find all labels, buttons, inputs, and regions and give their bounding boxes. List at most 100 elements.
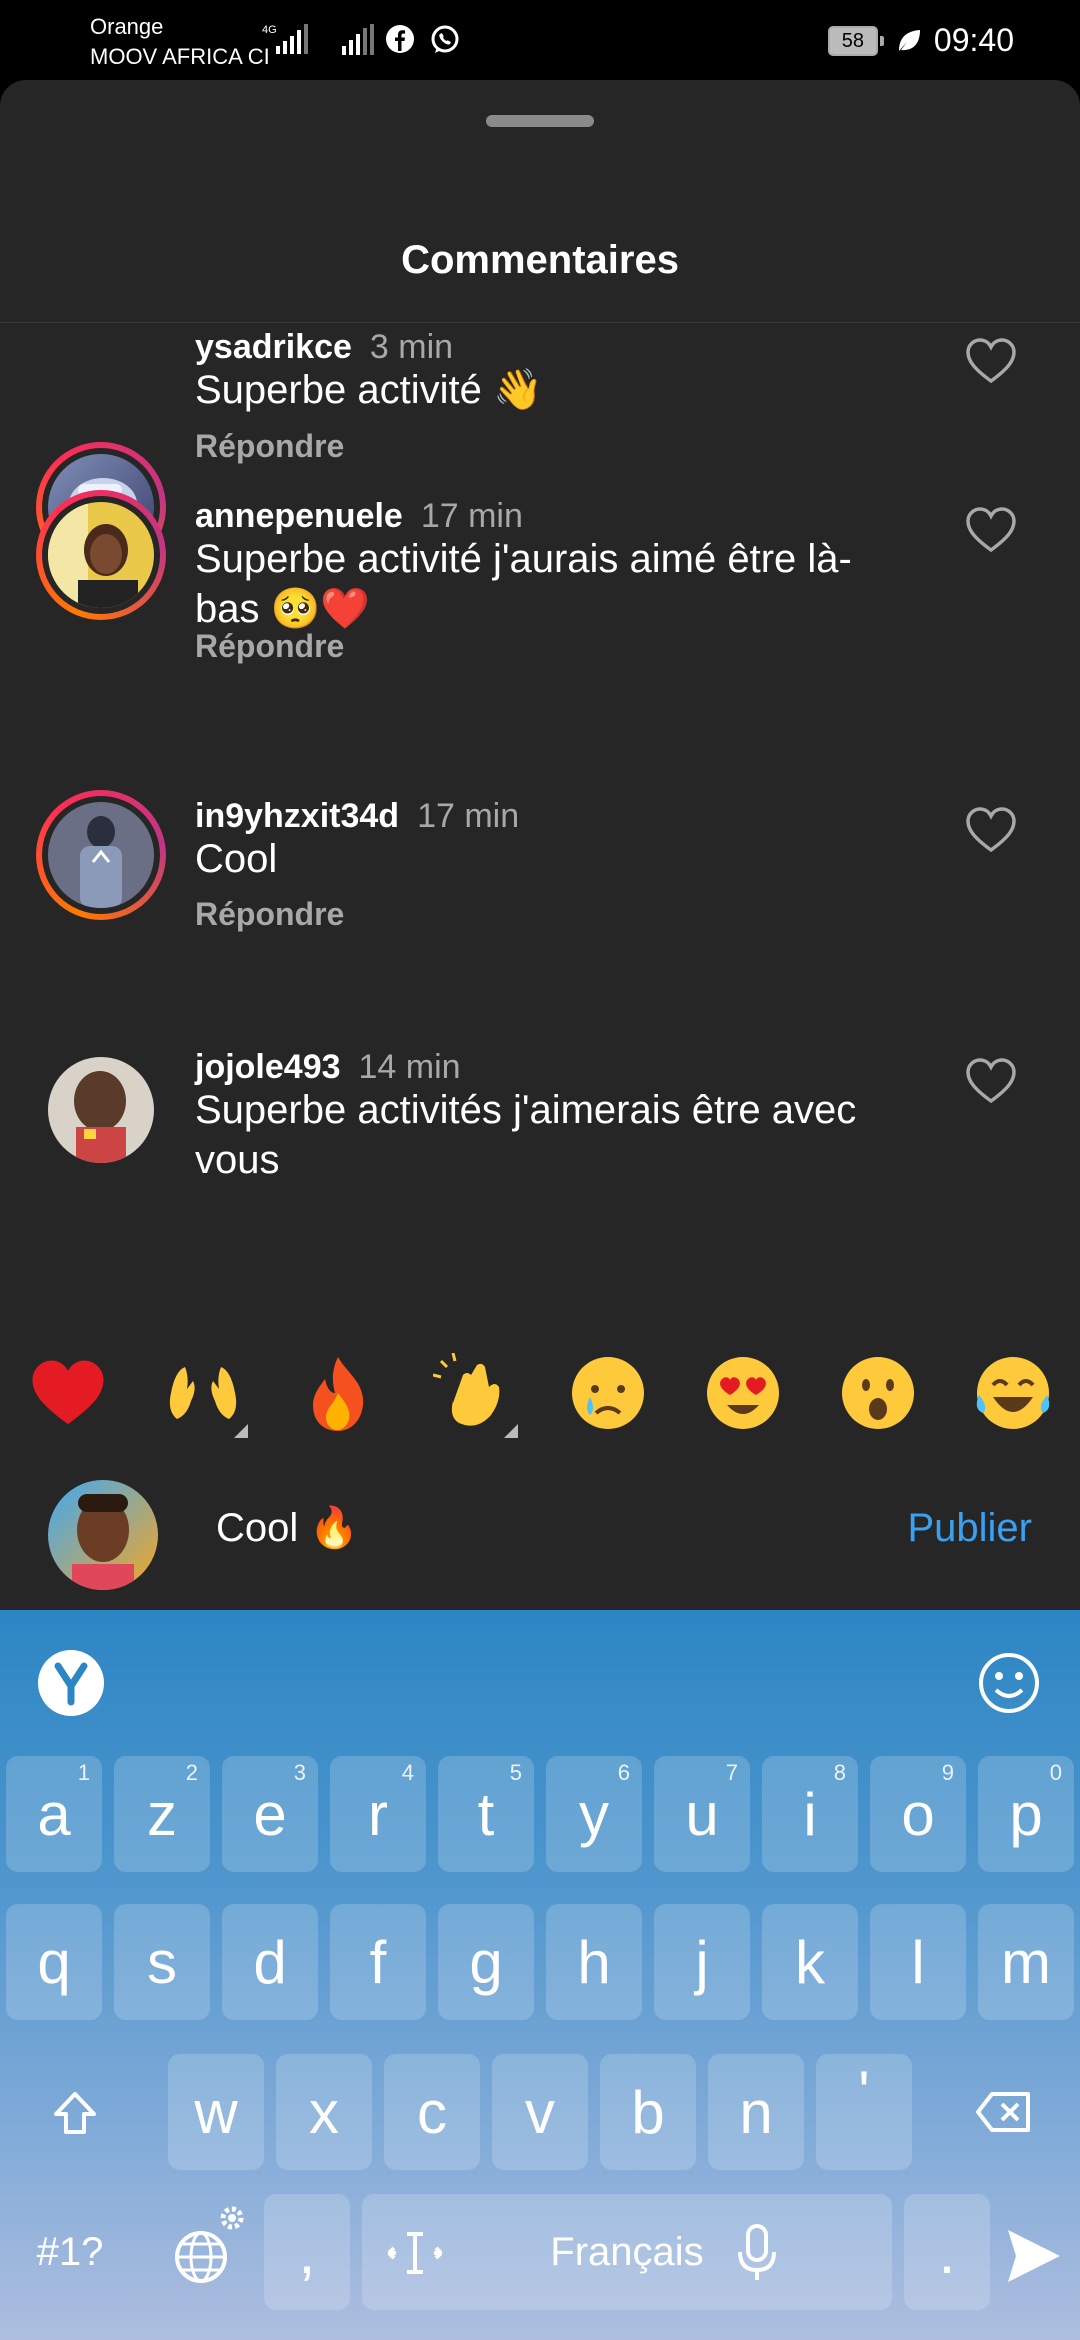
comment-username[interactable]: jojole493 [195, 1048, 341, 1086]
keyboard-logo-icon[interactable] [38, 1650, 104, 1716]
key-g[interactable]: g [438, 1904, 534, 2020]
like-heart-icon[interactable] [964, 1056, 1018, 1106]
microphone-icon [738, 2224, 776, 2280]
comment-text: Cool [195, 837, 278, 881]
comment-username[interactable]: annepenuele [195, 497, 403, 535]
crying-face-emoji-icon [571, 1357, 644, 1429]
key-m[interactable]: m [978, 1904, 1074, 2020]
key-f[interactable]: f [330, 1904, 426, 2020]
key-c[interactable]: c [384, 2054, 480, 2170]
emoji-surprised-face-button[interactable] [810, 1318, 945, 1468]
comment-text: Superbe activités j'aimerais être avec v… [195, 1088, 857, 1182]
network-indicators: 4G [262, 22, 376, 56]
carrier-info: Orange MOOV AFRICA CI [90, 12, 270, 72]
comment-header: annepenuele 17 min [195, 494, 523, 538]
globe-icon [175, 2231, 227, 2283]
story-ring[interactable] [36, 790, 166, 920]
my-avatar [48, 1480, 158, 1590]
facebook-icon [386, 25, 414, 53]
emoji-raising-hands-button[interactable] [135, 1318, 270, 1468]
emoji-crying-face-button[interactable] [540, 1318, 675, 1468]
key-r[interactable]: r4 [330, 1756, 426, 1872]
emoji-clapping-hands-button[interactable] [405, 1318, 540, 1468]
like-heart-icon[interactable] [964, 336, 1018, 386]
backspace-key[interactable] [944, 2054, 1064, 2170]
emoji-heart-button[interactable] [0, 1318, 135, 1468]
signal-4g-icon: 4G [262, 24, 308, 54]
space-language-label: Français [550, 2229, 704, 2274]
key-k[interactable]: k [762, 1904, 858, 2020]
symbols-key[interactable]: #1? [10, 2194, 130, 2310]
comment-username[interactable]: ysadrikce [195, 328, 352, 366]
key-z[interactable]: z2 [114, 1756, 210, 1872]
comma-key[interactable]: , [264, 2194, 350, 2310]
reply-button[interactable]: Répondre [195, 624, 344, 668]
key-b[interactable]: b [600, 2054, 696, 2170]
sheet-title: Commentaires [401, 238, 679, 282]
emoji-fire-button[interactable] [270, 1318, 405, 1468]
keyboard: a1 z2 e3 r4 t5 y6 u7 i8 o9 p0 q s d f g … [0, 1610, 1080, 2340]
publish-button[interactable]: Publier [907, 1500, 1032, 1556]
carrier-1: Orange [90, 14, 164, 39]
comment-time: 17 min [420, 497, 523, 535]
emoji-keyboard-icon[interactable] [976, 1650, 1042, 1716]
space-key[interactable]: Français [362, 2194, 892, 2310]
avatar-frame[interactable] [36, 1045, 166, 1175]
key-u[interactable]: u7 [654, 1756, 750, 1872]
clock: 09:40 [933, 22, 1014, 58]
comment-username[interactable]: in9yhzxit34d [195, 797, 399, 835]
like-heart-icon[interactable] [964, 505, 1018, 555]
key-i[interactable]: i8 [762, 1756, 858, 1872]
language-key[interactable] [140, 2194, 260, 2310]
comment-list[interactable]: ysadrikce 3 min Superbe activité 👋 Répond… [0, 325, 1080, 1385]
comment-time: 3 min [369, 328, 454, 366]
battery-icon: 58 [827, 25, 884, 56]
heart-emoji-icon [31, 1360, 104, 1425]
key-e[interactable]: e3 [222, 1756, 318, 1872]
leaf-icon [898, 29, 920, 51]
carrier-2: MOOV AFRICA CI [90, 44, 270, 69]
clapping-hands-emoji-icon [432, 1353, 499, 1426]
story-ring[interactable] [36, 490, 166, 620]
avatar[interactable] [48, 502, 154, 608]
key-a[interactable]: a1 [6, 1756, 102, 1872]
key-apostrophe[interactable]: ' [816, 2054, 912, 2170]
key-t[interactable]: t5 [438, 1756, 534, 1872]
key-q[interactable]: q [6, 1904, 102, 2020]
key-d[interactable]: d [222, 1904, 318, 2020]
key-x[interactable]: x [276, 2054, 372, 2170]
shift-key[interactable] [16, 2054, 136, 2170]
like-heart-icon[interactable] [964, 805, 1018, 855]
send-key[interactable] [990, 2194, 1080, 2310]
comment-header: in9yhzxit34d 17 min [195, 794, 519, 838]
reply-button[interactable]: Répondre [195, 892, 344, 936]
period-key[interactable]: . [904, 2194, 990, 2310]
key-h[interactable]: h [546, 1904, 642, 2020]
divider [0, 322, 1080, 323]
comment-input[interactable]: Cool 🔥 [216, 1500, 359, 1556]
key-s[interactable]: s [114, 1904, 210, 2020]
key-y[interactable]: y6 [546, 1756, 642, 1872]
emoji-laughing-face-button[interactable] [945, 1318, 1080, 1468]
avatar[interactable] [48, 1057, 154, 1163]
emoji-heart-eyes-button[interactable] [675, 1318, 810, 1468]
whatsapp-icon [431, 25, 459, 53]
comment-text: Superbe activité 👋 [195, 368, 543, 412]
comment-text: Superbe activité j'aurais aimé être là-b… [195, 537, 852, 631]
key-v[interactable]: v [492, 2054, 588, 2170]
send-arrow-icon [1008, 2230, 1060, 2282]
key-n[interactable]: n [708, 2054, 804, 2170]
shift-icon [54, 2092, 96, 2134]
sheet-drag-handle[interactable] [486, 115, 594, 127]
comment-time: 17 min [417, 797, 520, 835]
notification-icons [385, 24, 461, 56]
status-bar: Orange MOOV AFRICA CI 4G 58 09:40 [0, 0, 1080, 80]
surprised-face-emoji-icon [841, 1357, 914, 1429]
reply-button[interactable]: Répondre [195, 424, 344, 468]
key-w[interactable]: w [168, 2054, 264, 2170]
key-o[interactable]: o9 [870, 1756, 966, 1872]
avatar[interactable] [48, 802, 154, 908]
key-l[interactable]: l [870, 1904, 966, 2020]
key-p[interactable]: p0 [978, 1756, 1074, 1872]
key-j[interactable]: j [654, 1904, 750, 2020]
